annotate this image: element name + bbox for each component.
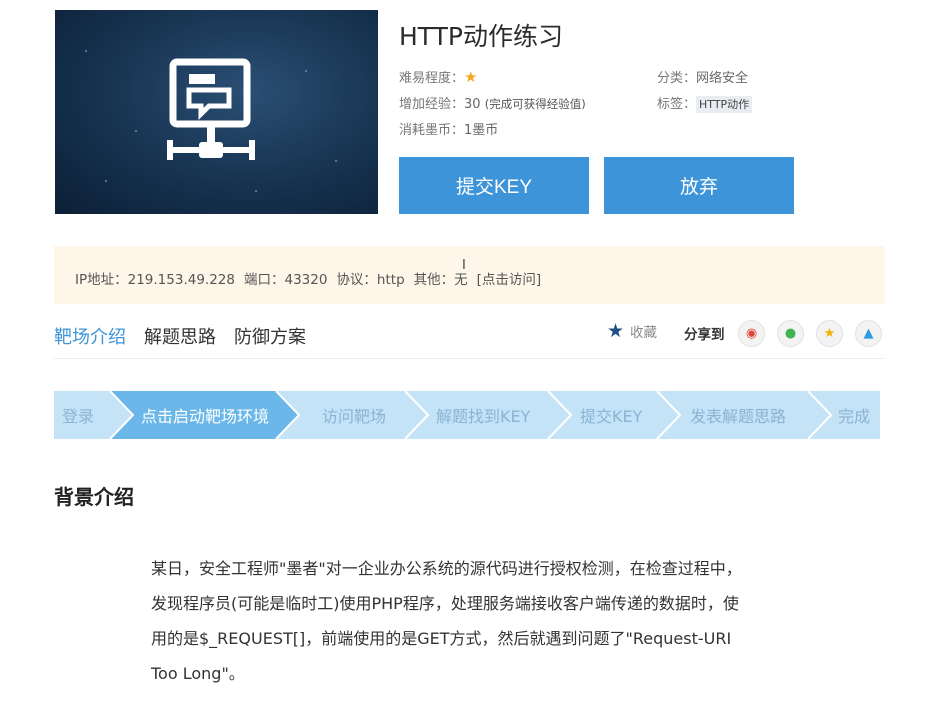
exp-row: 增加经验：30 (完成可获得经验值): [399, 93, 586, 112]
exp-note: (完成可获得经验值): [484, 97, 586, 111]
step-find-key: 解题找到KEY: [436, 407, 531, 426]
cost-label: 消耗墨币：: [399, 123, 465, 138]
cover-speck: [135, 130, 137, 132]
cover-speck: [305, 70, 307, 72]
cost-row: 消耗墨币：1墨币: [399, 119, 498, 138]
step-separator: [547, 391, 573, 439]
tag-badge[interactable]: HTTP动作: [696, 96, 753, 113]
cover-speck: [105, 180, 107, 182]
cover-speck: [335, 160, 337, 162]
content-tabs: 靶场介绍 解题思路 防御方案: [54, 323, 324, 349]
progress-steps: 登录 点击启动靶场环境 访问靶场 解题找到KEY 提交KEY 发表解题思路 完成: [54, 391, 880, 439]
challenge-title: HTTP动作练习: [399, 22, 563, 51]
paragraph-line: 发现程序员(可能是临时工)使用PHP程序，处理服务端接收客户端传递的数据时，使: [151, 594, 739, 613]
submit-key-button[interactable]: 提交KEY: [399, 157, 589, 214]
category-label: 分类：: [657, 71, 697, 86]
cost-value: 1墨币: [464, 123, 499, 138]
cover-speck: [85, 50, 87, 52]
weibo-icon[interactable]: ◉: [738, 320, 765, 347]
wechat-icon[interactable]: ●: [777, 320, 804, 347]
difficulty-row: 难易程度：★: [399, 67, 477, 86]
paragraph-line: Too Long"。: [151, 664, 245, 683]
exp-label: 增加经验：: [399, 97, 465, 112]
star-icon: ★: [607, 320, 625, 342]
step-complete: 完成: [838, 407, 871, 426]
favorite-button[interactable]: ★ 收藏: [607, 320, 657, 342]
step-separator: [656, 391, 682, 439]
difficulty-label: 难易程度：: [399, 71, 465, 86]
step-submit-key: 提交KEY: [580, 407, 643, 426]
tab-intro[interactable]: 靶场介绍: [54, 327, 126, 348]
tags-row: 标签： HTTP动作: [657, 93, 753, 113]
favorite-label: 收藏: [630, 325, 658, 341]
step-login: 登录: [62, 407, 95, 426]
step-visit: 访问靶场: [322, 407, 387, 426]
abandon-button[interactable]: 放弃: [604, 157, 794, 214]
ip-address: IP地址：219.153.49.228: [75, 272, 235, 288]
star-icon: ★: [464, 68, 478, 86]
step-separator: [807, 391, 833, 439]
port: 端口：43320: [243, 272, 328, 288]
qq-icon[interactable]: ▲: [855, 320, 882, 347]
other-label: 其他：: [413, 272, 455, 288]
background-paragraph: 某日，安全工程师"墨者"对一企业办公系统的源代码进行授权检测，在检查过程中， 发…: [151, 551, 801, 691]
qzone-icon[interactable]: ★: [816, 320, 843, 347]
cover-speck: [255, 190, 257, 192]
text-cursor-icon: I: [462, 258, 466, 273]
share-label: 分享到: [684, 327, 725, 343]
tabs-divider: [54, 358, 885, 359]
tab-defense[interactable]: 防御方案: [234, 327, 306, 348]
target-info-bar: IP地址：219.153.49.228 端口：43320 协议：http 其他：无 [点…: [54, 246, 885, 304]
paragraph-line: 某日，安全工程师"墨者"对一企业办公系统的源代码进行授权检测，在检查过程中，: [151, 559, 742, 578]
other-value: 无: [454, 272, 468, 288]
step-post-solution: 发表解题思路: [690, 407, 787, 426]
protocol: 协议：http: [336, 272, 405, 288]
category-row: 分类：网络安全: [657, 67, 748, 86]
section-title: 背景介绍: [54, 485, 134, 509]
category-value: 网络安全: [696, 71, 749, 86]
step-separator: [404, 391, 430, 439]
visit-link[interactable]: [点击访问]: [477, 272, 542, 288]
exp-value: 30: [464, 97, 481, 112]
step-start-env: 点击启动靶场环境: [141, 407, 270, 426]
tab-solution[interactable]: 解题思路: [144, 327, 216, 348]
tags-label: 标签：: [657, 97, 697, 112]
paragraph-line: 用的是$_REQUEST[]，前端使用的是GET方式，然后就遇到问题了"Requ…: [151, 629, 732, 648]
cover-image: [55, 10, 378, 214]
network-terminal-icon: [167, 58, 255, 160]
